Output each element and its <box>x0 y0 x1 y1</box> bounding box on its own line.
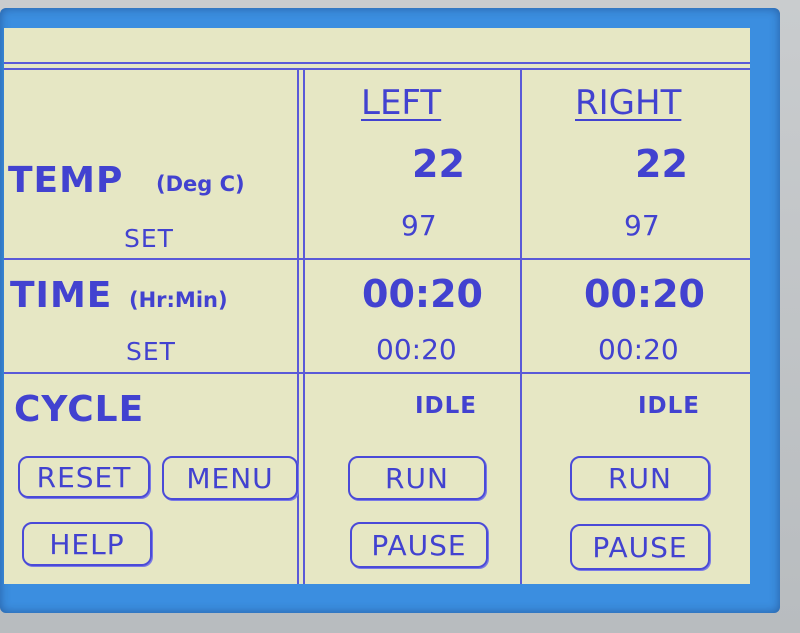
left-temp-setpoint: 97 <box>401 209 437 242</box>
lcd-screen: LEFT RIGHT TEMP (Deg C) SET 22 97 22 97 … <box>4 28 750 584</box>
left-pause-button[interactable]: PAUSE <box>350 522 488 568</box>
left-column-header: LEFT <box>361 83 442 123</box>
time-set-label: SET <box>126 337 176 366</box>
right-time-value: 00:20 <box>584 272 705 316</box>
time-label: TIME <box>10 275 113 316</box>
right-pause-button[interactable]: PAUSE <box>570 524 710 570</box>
left-temp-value: 22 <box>412 142 465 186</box>
right-temp-setpoint: 97 <box>624 209 660 242</box>
reset-button[interactable]: RESET <box>18 456 150 498</box>
cycle-label: CYCLE <box>14 389 145 430</box>
right-time-setpoint: 00:20 <box>598 333 679 366</box>
col-divider-left-right <box>520 68 522 584</box>
top-double-line-2 <box>4 68 750 70</box>
left-time-value: 00:20 <box>362 272 483 316</box>
right-cycle-status: IDLE <box>638 393 701 419</box>
top-double-line-1 <box>4 62 750 64</box>
menu-button[interactable]: MENU <box>162 456 298 500</box>
time-unit-label: (Hr:Min) <box>129 288 228 312</box>
left-cycle-status: IDLE <box>415 393 478 419</box>
temp-unit-label: (Deg C) <box>156 172 245 196</box>
right-column-header: RIGHT <box>575 83 682 123</box>
right-temp-value: 22 <box>635 142 688 186</box>
col-divider-label-left <box>297 68 299 584</box>
left-time-setpoint: 00:20 <box>376 333 457 366</box>
help-button[interactable]: HELP <box>22 522 152 566</box>
right-run-button[interactable]: RUN <box>570 456 710 500</box>
row-divider-time-cycle <box>4 372 750 374</box>
row-divider-temp-time <box>4 258 750 260</box>
temp-label: TEMP <box>8 160 124 201</box>
temp-set-label: SET <box>124 224 174 253</box>
col-divider-label-left-2 <box>303 68 305 584</box>
left-run-button[interactable]: RUN <box>348 456 486 500</box>
